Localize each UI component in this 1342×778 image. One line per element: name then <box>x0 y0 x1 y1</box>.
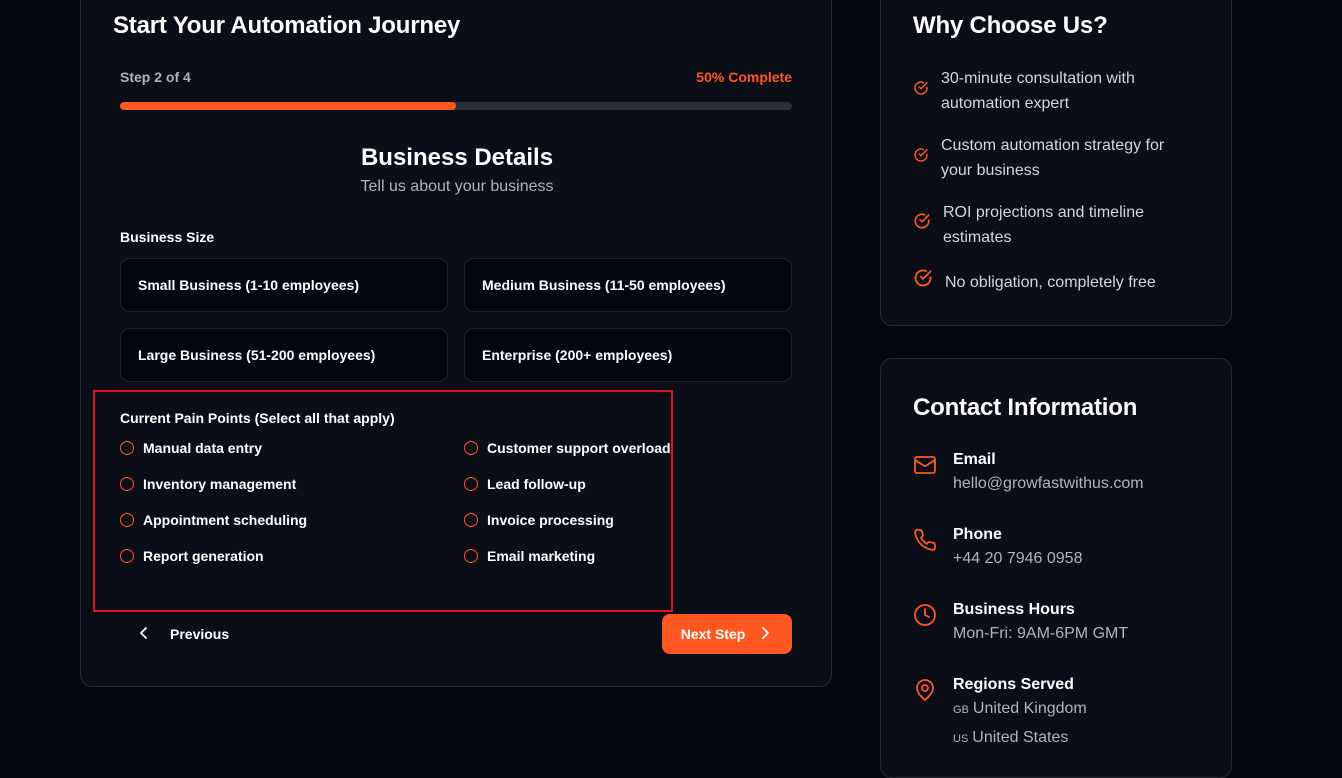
region-item: GB United Kingdom <box>953 696 1087 723</box>
why-item: 30-minute consultation with automation e… <box>913 66 1193 116</box>
next-step-label: Next Step <box>680 626 746 642</box>
check-circle-icon <box>913 212 931 238</box>
previous-button[interactable]: Previous <box>136 622 229 646</box>
region-name: United States <box>972 729 1069 746</box>
mail-icon <box>913 449 937 497</box>
why-item-text: 30-minute consultation with automation e… <box>941 70 1135 112</box>
progress-bar <box>120 102 792 110</box>
region-name: United Kingdom <box>972 700 1087 717</box>
why-item-text: No obligation, completely free <box>945 273 1156 291</box>
why-item: Custom automation strategy for your busi… <box>913 133 1193 183</box>
progress-percent: 50% Complete <box>696 69 792 85</box>
phone-value[interactable]: +44 20 7946 0958 <box>953 546 1082 572</box>
region-code: US <box>953 733 969 745</box>
business-size-option-large[interactable]: Large Business (51-200 employees) <box>120 328 448 382</box>
email-value[interactable]: hello@growfastwithus.com <box>953 471 1144 497</box>
hours-label: Business Hours <box>953 601 1075 618</box>
section-title: Business Details <box>360 144 554 171</box>
why-item-text: Custom automation strategy for your busi… <box>941 137 1165 179</box>
contact-title: Contact Information <box>913 394 1138 421</box>
section-subtitle: Tell us about your business <box>360 178 554 195</box>
business-size-label: Business Size <box>120 229 215 245</box>
progress-bar-fill <box>120 102 456 110</box>
check-circle-icon <box>913 146 929 171</box>
contact-hours: Business Hours Mon-Fri: 9AM-6PM GMT <box>913 599 1128 647</box>
highlight-box <box>93 390 673 612</box>
contact-email: Email hello@growfastwithus.com <box>913 449 1144 497</box>
next-step-button[interactable]: Next Step <box>662 614 792 654</box>
hours-value: Mon-Fri: 9AM-6PM GMT <box>953 625 1129 642</box>
contact-regions: Regions Served GB United Kingdom US United… <box>913 674 1087 752</box>
why-item: ROI projections and timeline estimates <box>913 200 1153 250</box>
phone-label: Phone <box>953 526 1002 543</box>
map-pin-icon <box>913 674 937 752</box>
region-code: GB <box>953 704 969 716</box>
business-size-option-enterprise[interactable]: Enterprise (200+ employees) <box>464 328 792 382</box>
regions-label: Regions Served <box>953 676 1074 693</box>
why-item-text: ROI projections and timeline estimates <box>943 204 1144 246</box>
email-label: Email <box>953 451 996 468</box>
business-size-option-small[interactable]: Small Business (1-10 employees) <box>120 258 448 312</box>
step-indicator: Step 2 of 4 <box>120 69 191 85</box>
contact-info-card: Contact Information Email hello@growfast… <box>880 358 1232 778</box>
why-title: Why Choose Us? <box>913 12 1108 39</box>
form-title: Start Your Automation Journey <box>113 12 461 39</box>
previous-label: Previous <box>170 626 230 642</box>
chevron-right-icon <box>757 625 773 644</box>
contact-phone: Phone +44 20 7946 0958 <box>913 524 1082 572</box>
phone-icon <box>913 524 937 572</box>
chevron-left-icon <box>136 625 152 644</box>
why-item: No obligation, completely free <box>913 268 1203 296</box>
business-size-option-medium[interactable]: Medium Business (11-50 employees) <box>464 258 792 312</box>
check-circle-icon <box>913 79 929 104</box>
clock-icon <box>913 599 937 647</box>
why-choose-us-card: Why Choose Us? 30-minute consultation wi… <box>880 0 1232 326</box>
region-item: US United States <box>953 725 1087 752</box>
check-circle-icon <box>913 268 933 296</box>
